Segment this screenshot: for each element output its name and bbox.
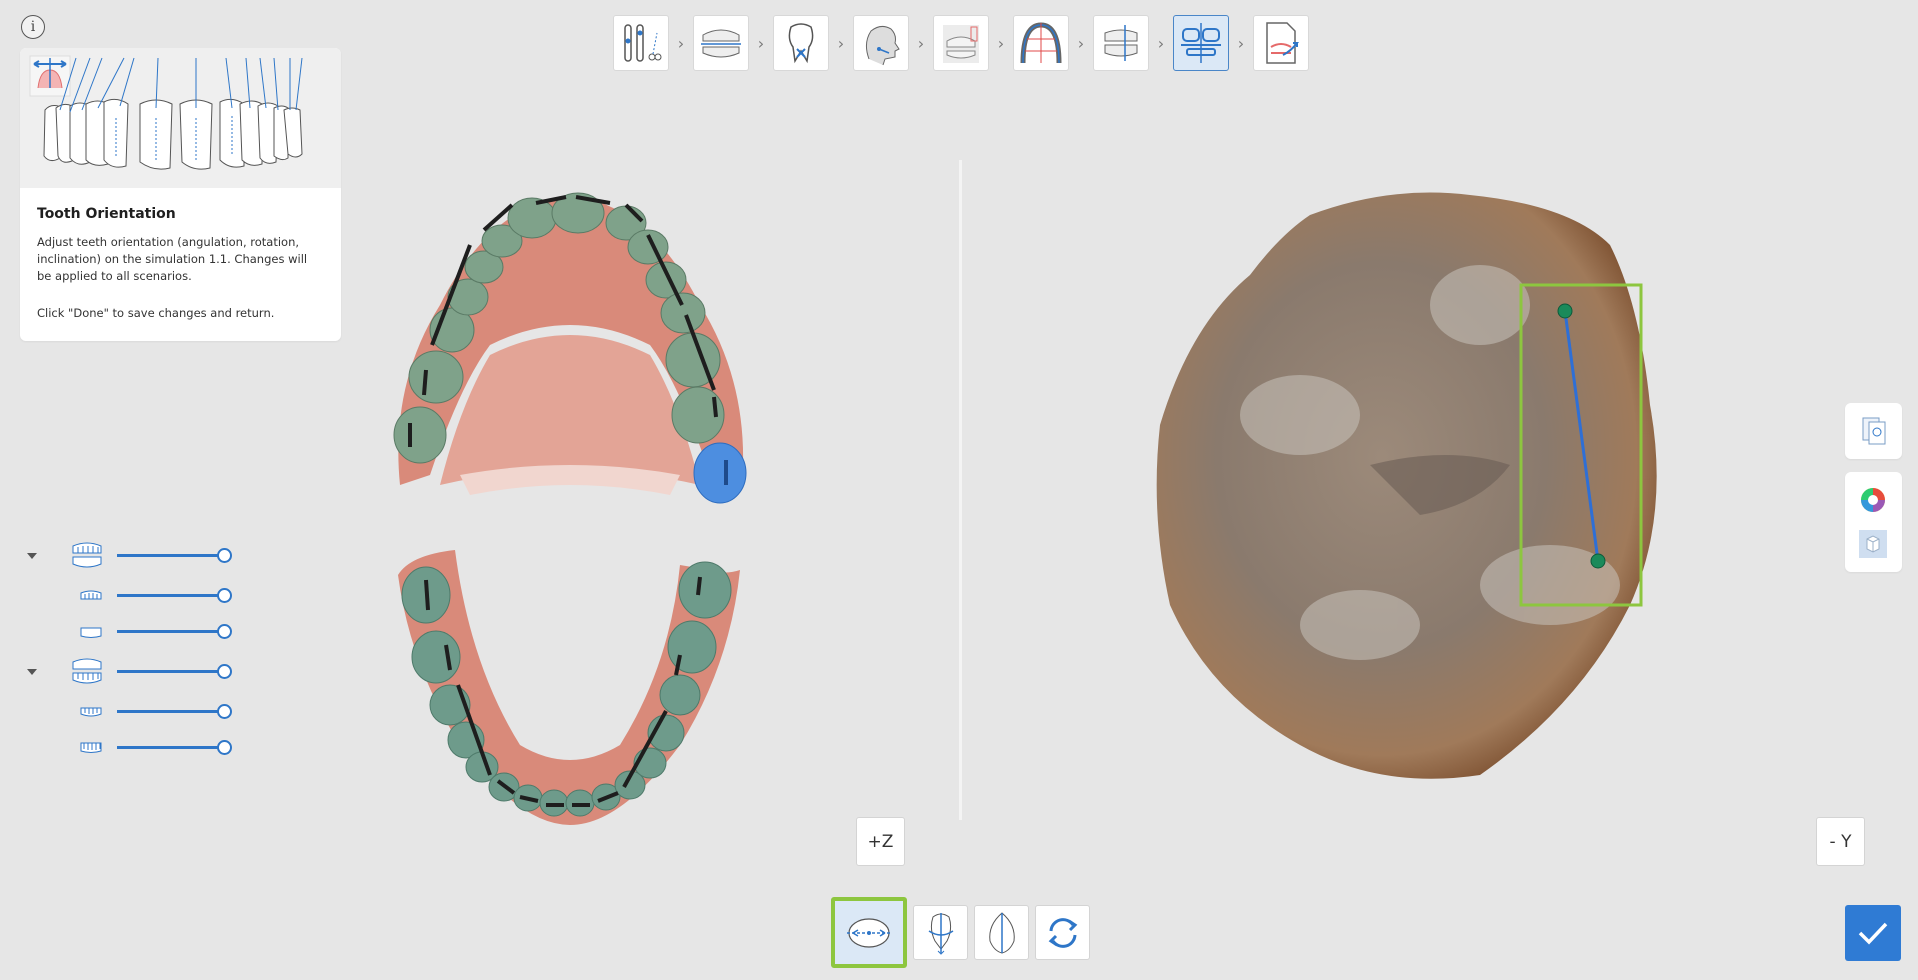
slider-handle[interactable] bbox=[217, 548, 232, 563]
guide-description: Adjust teeth orientation (angulation, ro… bbox=[37, 235, 308, 283]
slider-handle[interactable] bbox=[217, 624, 232, 639]
chevron-right-icon: › bbox=[1077, 33, 1085, 53]
face-step[interactable] bbox=[853, 15, 909, 71]
upper-jaw-icon bbox=[72, 542, 102, 568]
lower-gum-layer-icon bbox=[80, 742, 102, 753]
guide-illustration bbox=[20, 48, 341, 188]
arch-step[interactable] bbox=[1013, 15, 1069, 71]
viewport-divider[interactable] bbox=[959, 160, 962, 820]
texture-mode-button[interactable] bbox=[1859, 530, 1887, 558]
view-axis-left[interactable]: +Z bbox=[856, 817, 905, 866]
articulator-icon bbox=[943, 25, 979, 63]
upper-gum-opacity-slider[interactable] bbox=[117, 630, 225, 633]
chevron-right-icon: › bbox=[837, 33, 845, 53]
lower-arch[interactable] bbox=[398, 550, 740, 825]
orientation-icon bbox=[1181, 23, 1221, 63]
lower-jaw-opacity-slider[interactable] bbox=[117, 670, 225, 673]
inclination-tool[interactable] bbox=[974, 905, 1029, 960]
angulation-tool[interactable] bbox=[831, 897, 907, 968]
reset-tool[interactable] bbox=[1035, 905, 1090, 960]
view-mode-button[interactable] bbox=[1845, 403, 1902, 459]
staging-icon bbox=[1104, 25, 1138, 61]
upper-tooth-layer-icon bbox=[80, 590, 102, 600]
rotation-tool[interactable] bbox=[913, 905, 968, 960]
slider-handle[interactable] bbox=[217, 588, 232, 603]
slider-handle[interactable] bbox=[217, 664, 232, 679]
head-profile-icon bbox=[865, 25, 900, 66]
chevron-right-icon: › bbox=[677, 33, 685, 53]
info-icon[interactable]: i bbox=[21, 15, 45, 39]
guide-done-hint: Click "Done" to save changes and return. bbox=[37, 306, 275, 320]
upper-jaw-opacity-slider[interactable] bbox=[117, 554, 225, 557]
view-axis-right[interactable]: - Y bbox=[1816, 817, 1865, 866]
upper-arch[interactable] bbox=[393, 192, 747, 504]
chevron-right-icon: › bbox=[1237, 33, 1245, 53]
lower-tooth-layer-icon bbox=[80, 707, 102, 717]
guide-title: Tooth Orientation bbox=[37, 206, 176, 222]
articulation-step[interactable] bbox=[933, 15, 989, 71]
export-icon bbox=[1266, 22, 1300, 64]
jaws-icon bbox=[701, 29, 741, 58]
arch-viewport[interactable] bbox=[380, 185, 760, 835]
chevron-right-icon: › bbox=[997, 33, 1005, 53]
inclination-icon bbox=[988, 911, 1015, 954]
orientation-step[interactable] bbox=[1173, 15, 1229, 71]
refresh-icon bbox=[1048, 917, 1077, 948]
checkmark-icon bbox=[1858, 922, 1888, 945]
slider-handle[interactable] bbox=[217, 740, 232, 755]
document-view-icon bbox=[1862, 417, 1885, 445]
collapse-caret-icon[interactable] bbox=[27, 553, 37, 559]
chevron-right-icon: › bbox=[1157, 33, 1165, 53]
chevron-right-icon: › bbox=[917, 33, 925, 53]
display-options-panel bbox=[1845, 472, 1902, 572]
workflow-bar: › › › › › › › › bbox=[613, 15, 1309, 71]
staging-step[interactable] bbox=[1093, 15, 1149, 71]
segmentation-step[interactable] bbox=[613, 15, 669, 71]
lower-jaw-icon bbox=[72, 658, 102, 684]
slider-handle[interactable] bbox=[217, 704, 232, 719]
lower-gum-opacity-slider[interactable] bbox=[117, 746, 225, 749]
lower-teeth-opacity-slider[interactable] bbox=[117, 710, 225, 713]
axis-handle-bottom[interactable] bbox=[1590, 553, 1606, 569]
upper-teeth-opacity-slider[interactable] bbox=[117, 594, 225, 597]
color-wheel-icon bbox=[1861, 488, 1885, 512]
done-button[interactable] bbox=[1845, 905, 1901, 961]
axis-handle-top[interactable] bbox=[1557, 303, 1573, 319]
rotation-axis-icon bbox=[928, 912, 953, 955]
collapse-caret-icon[interactable] bbox=[27, 669, 37, 675]
cube-icon bbox=[1866, 535, 1880, 553]
bite-step[interactable] bbox=[693, 15, 749, 71]
scissors-tools-icon bbox=[624, 24, 662, 62]
tooth-setup-step[interactable] bbox=[773, 15, 829, 71]
tooth-icon bbox=[788, 23, 814, 64]
teeth-axes-illustration bbox=[29, 55, 303, 170]
angulation-icon bbox=[847, 917, 891, 948]
orientation-toolbar bbox=[831, 897, 1090, 968]
arch-icon bbox=[1020, 22, 1062, 64]
upper-gum-layer-icon bbox=[80, 627, 102, 638]
export-step[interactable] bbox=[1253, 15, 1309, 71]
guide-panel: Tooth Orientation Adjust teeth orientati… bbox=[20, 48, 341, 341]
tooth-viewport[interactable] bbox=[1150, 185, 1730, 795]
color-mode-button[interactable] bbox=[1859, 486, 1887, 518]
selected-tooth[interactable] bbox=[693, 442, 747, 504]
chevron-right-icon: › bbox=[757, 33, 765, 53]
